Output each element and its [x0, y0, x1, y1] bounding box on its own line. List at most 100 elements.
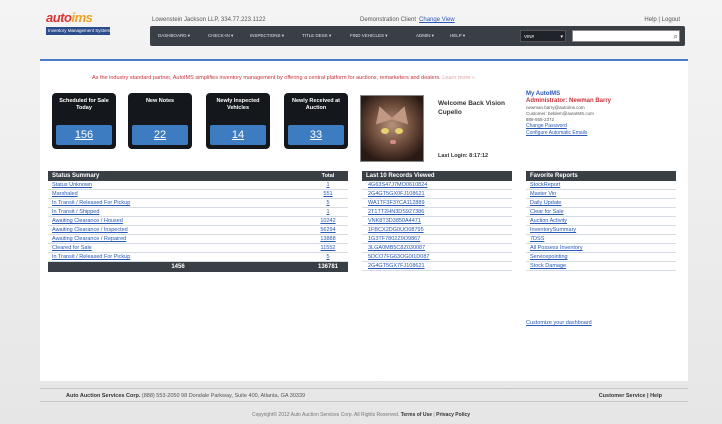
page: autoims Inventory Management System Lowe…: [0, 0, 722, 424]
status-count[interactable]: 11552: [308, 244, 348, 253]
vin-link[interactable]: 2G4GT5GX7FJ108621: [368, 262, 425, 271]
report-link[interactable]: Servicepointing: [530, 253, 568, 262]
report-link[interactable]: StockReport: [530, 181, 560, 190]
status-summary-table: Status Summary Total Status Unknown 1 Mar…: [48, 171, 348, 272]
table-row: Awaiting Clearance / Housed 10242: [48, 217, 348, 226]
list-item: VNK8T3D3850A4471: [362, 217, 512, 226]
status-count[interactable]: 1: [308, 208, 348, 217]
total-column-header: Total: [321, 173, 335, 179]
list-item: Clear for Sale: [526, 208, 676, 217]
report-link[interactable]: All Possess Inventory: [530, 244, 583, 253]
status-link[interactable]: Cleared for Sale: [52, 244, 92, 253]
status-count[interactable]: 5: [308, 253, 348, 262]
footer: Auto Auction Services Corp. (888) 553-20…: [40, 388, 688, 402]
list-item: 2T1TT2HN3DS927386: [362, 208, 512, 217]
status-link[interactable]: Awaiting Clearance / Housed: [52, 217, 123, 226]
report-link[interactable]: Auction Activity: [530, 217, 567, 226]
vin-link[interactable]: 1FBCX2DG0UO08795: [368, 226, 424, 235]
status-link[interactable]: Awaiting Clearance / Inspected: [52, 226, 128, 235]
status-count[interactable]: 5: [308, 199, 348, 208]
footer-count: 1456: [171, 264, 185, 270]
nav-admin[interactable]: ADMIN ▾: [416, 26, 434, 46]
vin-link[interactable]: 3LGA0MB5C8Z030087: [368, 244, 425, 253]
customer-service-link[interactable]: Customer Service: [599, 393, 646, 399]
autoims-logo[interactable]: autoims Inventory Management System: [46, 10, 146, 44]
nav-title-desk[interactable]: TITLE DESK ▾: [302, 26, 331, 46]
status-link[interactable]: In Transit / Released For Pickup: [52, 199, 130, 208]
list-item: 1FBCX2DG0UO08795: [362, 226, 512, 235]
footer-links: Customer Service | Help: [598, 393, 662, 399]
configure-emails-link[interactable]: Configure Automatic Emails: [526, 130, 676, 137]
customize-dashboard-link[interactable]: Customize your dashboard: [526, 320, 592, 326]
change-view-link[interactable]: Change View: [419, 17, 455, 23]
status-count[interactable]: 551: [308, 190, 348, 199]
search-type-select[interactable]: VIN# ▾: [520, 30, 566, 42]
vin-link[interactable]: 2T1TT2HN3DS927386: [368, 208, 424, 217]
stat-card-inspected: Newly Inspected Vehicles 14: [206, 93, 270, 149]
report-link[interactable]: Daily Update: [530, 199, 562, 208]
change-password-link[interactable]: Change Password: [526, 123, 676, 130]
cat-eye-icon: [381, 128, 389, 134]
vin-link[interactable]: VNK8T3D3850A4471: [368, 217, 421, 226]
stat-card-label: New Notes: [145, 98, 175, 104]
recent-records-header: Last 10 Records Viewed: [362, 171, 512, 181]
report-link[interactable]: Master Vin: [530, 190, 556, 199]
chevron-down-icon: ▾: [560, 34, 563, 40]
nav-check-in[interactable]: CHECK-IN ▾: [208, 26, 233, 46]
vin-link[interactable]: 1G3TF7802Z9O9867: [368, 235, 420, 244]
vin-link[interactable]: 2G4GT5GX0FJ108621: [368, 190, 425, 199]
stat-card-value[interactable]: 14: [210, 125, 266, 145]
report-link[interactable]: InventorySummary: [530, 226, 576, 235]
list-item: 5DCO7FG63OG0I1D087: [362, 253, 512, 262]
vin-link[interactable]: 4G63S47J7MO0610824: [368, 181, 427, 190]
report-link[interactable]: Stock Damage: [530, 262, 566, 271]
stat-card-value[interactable]: 156: [56, 125, 112, 145]
stat-card-value[interactable]: 33: [288, 125, 344, 145]
status-link[interactable]: Status Unknown: [52, 181, 92, 190]
user-info: Lowenstein Jackson LLP, 334.77.223.1122: [152, 17, 266, 23]
nav-inspections[interactable]: INSPECTIONS ▾: [250, 26, 284, 46]
status-count[interactable]: 1: [308, 181, 348, 190]
nav-dashboard[interactable]: DASHBOARD ▾: [158, 26, 190, 46]
vin-link[interactable]: 5DCO7FG63OG0I1D087: [368, 253, 429, 262]
list-item: StockReport: [526, 181, 676, 190]
search-input[interactable]: ⌕: [572, 30, 680, 42]
table-row: Marshaled 551: [48, 190, 348, 199]
welcome-message: Welcome Back Vision Cupello: [438, 100, 505, 116]
status-link[interactable]: Awaiting Clearance / Repaired: [52, 235, 126, 244]
status-link[interactable]: Marshaled: [52, 190, 78, 199]
privacy-link[interactable]: Privacy Policy: [436, 412, 470, 418]
help-link[interactable]: Help: [650, 393, 662, 399]
list-item: All Possess Inventory: [526, 244, 676, 253]
status-summary-title: Status Summary: [52, 173, 100, 179]
table-row: Awaiting Clearance / Repaired 13888: [48, 235, 348, 244]
stat-card-new-notes: New Notes 22: [128, 93, 192, 149]
nav-help[interactable]: HELP ▾: [450, 26, 465, 46]
status-count[interactable]: 56294: [308, 226, 348, 235]
stat-card-value[interactable]: 22: [132, 125, 188, 145]
terms-link[interactable]: Terms of Use: [401, 412, 432, 418]
cat-eye-icon: [395, 128, 403, 134]
status-link[interactable]: In Transit / Released For Pickup: [52, 253, 130, 262]
recent-records-table: Last 10 Records Viewed 4G63S47J7MO061082…: [362, 171, 512, 271]
info-banner: As the industry standard partner, AutoIM…: [92, 75, 475, 81]
status-count[interactable]: 13888: [308, 235, 348, 244]
status-count[interactable]: 10242: [308, 217, 348, 226]
help-logout-links[interactable]: Help | Logout: [644, 17, 680, 23]
cat-ear-icon: [390, 103, 414, 125]
report-link[interactable]: Clear for Sale: [530, 208, 564, 217]
copyright: Copyright© 2012 Auto Auction Services Co…: [251, 412, 471, 418]
favorite-reports-table: Favorite Reports StockReport Master Vin …: [526, 171, 676, 271]
status-summary-header: Status Summary Total: [48, 171, 348, 181]
stat-card-label: Scheduled for Sale Today: [59, 98, 109, 111]
status-summary-footer: 1456 136781: [48, 262, 348, 272]
list-item: 3LGA0MB5C8Z030087: [362, 244, 512, 253]
report-link[interactable]: 7DSS: [530, 235, 544, 244]
company-name: Auto Auction Services Corp.: [66, 393, 141, 399]
list-item: 7DSS: [526, 235, 676, 244]
search-icon[interactable]: ⌕: [674, 31, 678, 42]
list-item: Stock Damage: [526, 262, 676, 271]
nav-find-vehicles[interactable]: FIND VEHICLES ▾: [350, 26, 388, 46]
vin-link[interactable]: WA1TF3F37CA112889: [368, 199, 425, 208]
status-link[interactable]: In Transit / Shipped: [52, 208, 99, 217]
